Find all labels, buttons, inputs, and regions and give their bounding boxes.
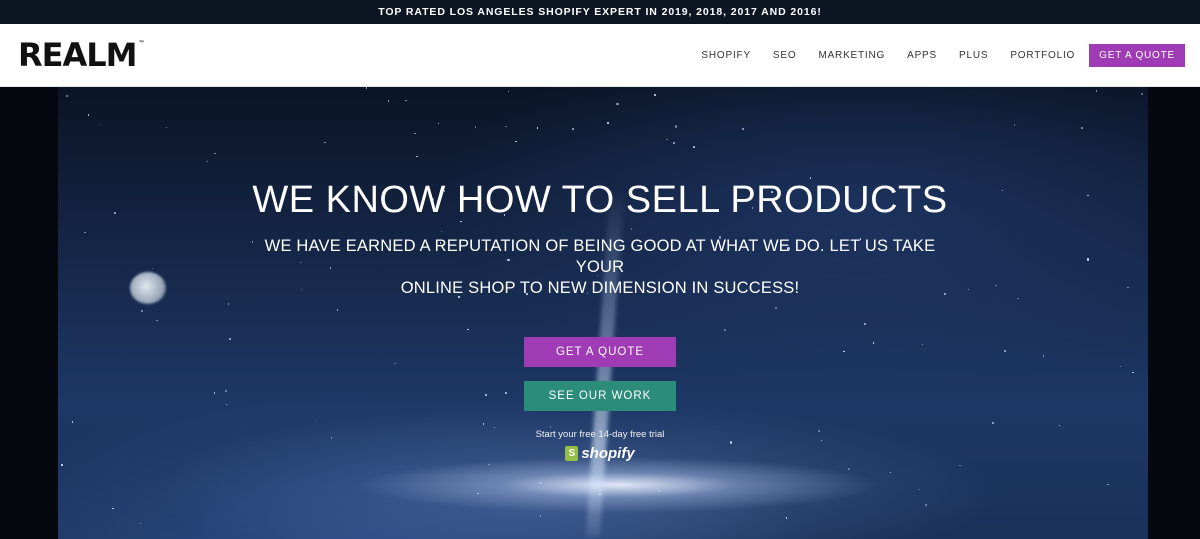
star-decoration [365, 87, 368, 89]
star-decoration [474, 126, 477, 128]
star-decoration [387, 100, 390, 102]
star-decoration [214, 152, 216, 155]
star-decoration [654, 94, 656, 96]
trial-text: Start your free 14-day free trial [535, 429, 665, 440]
star-decoration [1013, 124, 1016, 126]
star-decoration [1095, 90, 1098, 92]
nav-item-portfolio[interactable]: PORTFOLIO [999, 50, 1086, 61]
nav-item-shopify[interactable]: SHOPIFY [690, 50, 762, 61]
star-decoration [488, 463, 490, 466]
trademark-symbol: ™ [138, 40, 145, 47]
star-decoration [61, 464, 63, 466]
nav-item-apps[interactable]: APPS [896, 50, 948, 61]
star-decoration [1141, 93, 1143, 95]
star-decoration [658, 490, 660, 492]
star-decoration [536, 127, 539, 129]
logo-wordmark: REALM [18, 36, 137, 74]
star-decoration [405, 99, 407, 102]
star-decoration [918, 488, 921, 491]
star-decoration [477, 492, 479, 495]
star-decoration [112, 507, 114, 510]
hero-title: WE KNOW HOW TO SELL PRODUCTS [252, 179, 948, 221]
star-decoration [889, 471, 892, 474]
star-decoration [206, 160, 208, 163]
hero-subtitle-line1: WE HAVE EARNED A REPUTATION OF BEING GOO… [264, 237, 936, 276]
star-decoration [539, 515, 542, 517]
nav-item-marketing[interactable]: MARKETING [807, 50, 896, 61]
hero-section: WE KNOW HOW TO SELL PRODUCTS WE HAVE EAR… [0, 87, 1200, 539]
shopify-logo-link[interactable]: S shopify [565, 445, 635, 462]
star-decoration [959, 464, 961, 467]
star-decoration [66, 95, 68, 97]
star-decoration [416, 155, 418, 158]
hero-subtitle-line2: ONLINE SHOP TO NEW DIMENSION IN SUCCESS! [400, 279, 800, 297]
star-decoration [848, 468, 850, 470]
site-header: REALM ™ SHOPIFY SEO MARKETING APPS PLUS … [0, 24, 1200, 87]
star-decoration [924, 503, 928, 507]
star-decoration [505, 125, 507, 128]
star-decoration [616, 102, 619, 106]
realm-logo[interactable]: REALM ™ [18, 36, 145, 74]
star-decoration [98, 123, 101, 126]
star-decoration [693, 146, 695, 148]
nav-item-plus[interactable]: PLUS [948, 50, 999, 61]
main-nav: SHOPIFY SEO MARKETING APPS PLUS PORTFOLI… [690, 43, 1185, 67]
star-decoration [599, 493, 601, 495]
star-decoration [673, 142, 675, 144]
star-decoration [515, 140, 517, 143]
see-our-work-button[interactable]: SEE OUR WORK [524, 381, 676, 411]
star-decoration [539, 482, 542, 484]
star-decoration [785, 517, 788, 519]
star-decoration [507, 90, 510, 93]
announcement-bar: TOP RATED LOS ANGELES SHOPIFY EXPERT IN … [0, 0, 1200, 24]
star-decoration [572, 128, 574, 130]
hero-content: WE KNOW HOW TO SELL PRODUCTS WE HAVE EAR… [0, 179, 1200, 462]
shopify-bag-icon: S [565, 446, 579, 461]
hero-subtitle: WE HAVE EARNED A REPUTATION OF BEING GOO… [240, 236, 960, 299]
star-decoration [437, 122, 440, 125]
nav-item-seo[interactable]: SEO [762, 50, 808, 61]
star-decoration [742, 128, 744, 130]
star-decoration [414, 132, 416, 135]
star-decoration [1107, 483, 1109, 486]
announcement-text: TOP RATED LOS ANGELES SHOPIFY EXPERT IN … [378, 6, 822, 18]
hero-get-quote-button[interactable]: GET A QUOTE [524, 337, 676, 367]
star-decoration [1081, 127, 1083, 129]
star-decoration [139, 522, 142, 525]
shopify-wordmark: shopify [581, 445, 635, 462]
header-get-quote-button[interactable]: GET A QUOTE [1089, 43, 1185, 67]
star-decoration [666, 138, 668, 141]
star-decoration [674, 125, 678, 128]
star-decoration [87, 114, 90, 116]
star-decoration [324, 141, 326, 144]
star-decoration [607, 122, 609, 124]
star-decoration [165, 126, 168, 129]
